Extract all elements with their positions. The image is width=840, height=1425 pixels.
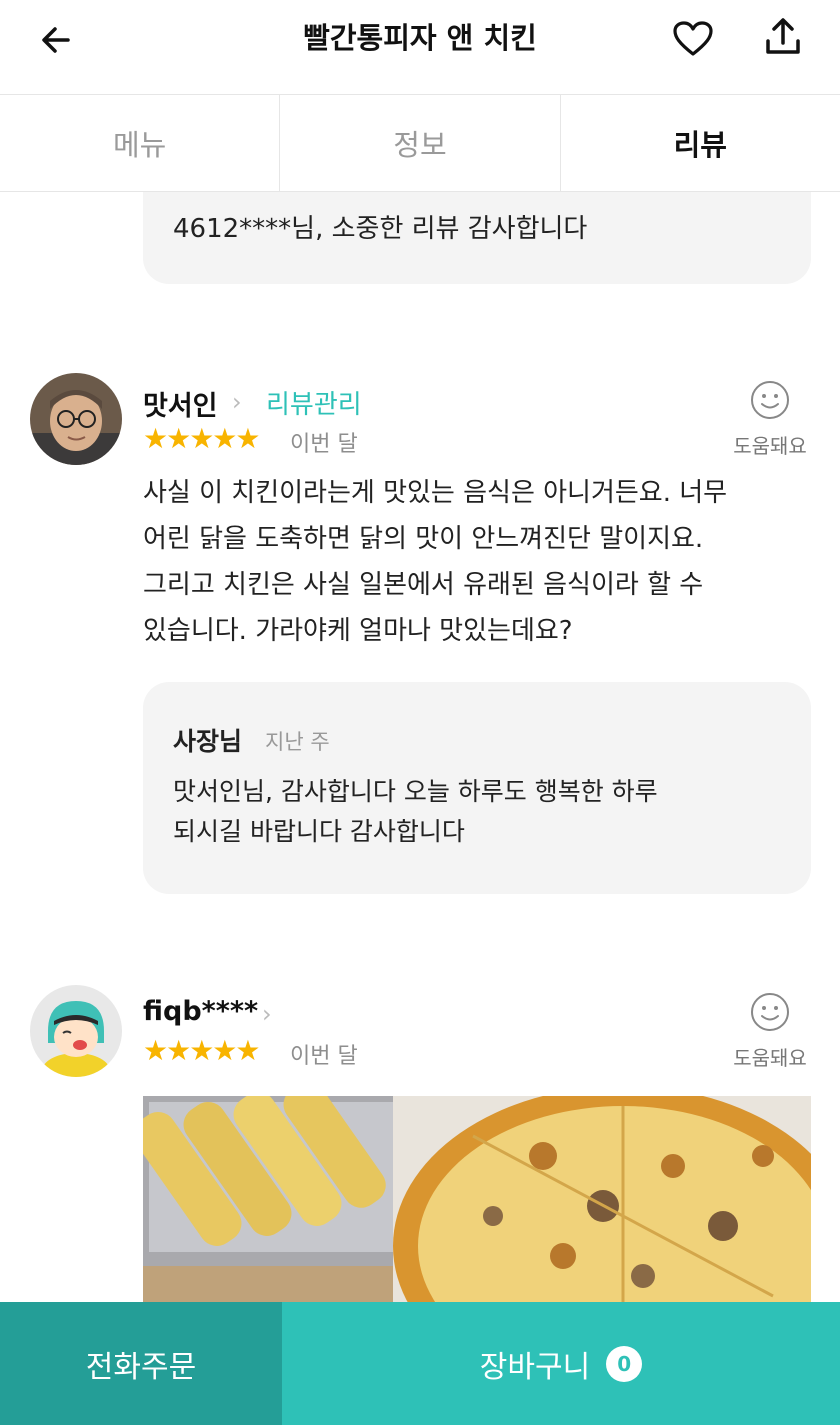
share-button[interactable] [760, 14, 806, 60]
store-tabs: 메뉴 정보 리뷰 [0, 95, 840, 192]
heart-icon [673, 21, 713, 56]
owner-reply-previous: 4612****님, 소중한 리뷰 감사합니다 [143, 192, 811, 284]
review-date: 이번 달 [290, 432, 358, 457]
phone-order-button[interactable]: 전화주문 [0, 1302, 282, 1425]
helpful-label: 도움돼요 [733, 1046, 807, 1070]
owner-reply-line: 되시길 바랍니다 감사합니다 [173, 817, 465, 846]
reviewer-name[interactable]: 맛서인 [143, 384, 218, 423]
review-text-line: 있습니다. 가라야케 얼마나 맛있는데요? [143, 616, 573, 646]
owner-reply-author: 사장님 [173, 727, 243, 756]
tab-menu[interactable]: 메뉴 [0, 95, 279, 191]
helpful-button[interactable]: 도움돼요 [728, 992, 812, 1071]
avatar[interactable] [30, 985, 122, 1077]
reviewer-name[interactable]: fiqb**** [143, 996, 258, 1027]
favorite-button[interactable] [670, 16, 716, 62]
review-text-line: 어린 닭을 도축하면 닭의 맛이 안느껴진단 말이지요. [143, 524, 704, 554]
star-rating: ★★★★★ [143, 422, 261, 455]
smile-icon [751, 993, 789, 1031]
avatar[interactable] [30, 373, 122, 465]
review-date: 이번 달 [290, 1044, 358, 1069]
chevron-right-icon: › [262, 1000, 272, 1028]
top-app-bar: 빨간통피자 앤 치킨 [0, 0, 840, 95]
smile-icon [751, 381, 789, 419]
cart-count-badge: 0 [606, 1345, 643, 1382]
tab-info[interactable]: 정보 [279, 95, 559, 191]
owner-reply-text: 4612****님, 소중한 리뷰 감사합니다 [173, 214, 588, 244]
chevron-right-icon: › [232, 388, 242, 416]
helpful-label: 도움돼요 [733, 434, 807, 458]
owner-reply-line: 맛서인님, 감사합니다 오늘 하루도 행복한 하루 [173, 777, 658, 806]
cart-button[interactable]: 장바구니 0 [282, 1302, 840, 1425]
tab-reviews[interactable]: 리뷰 [559, 95, 840, 191]
helpful-button[interactable]: 도움돼요 [728, 380, 812, 459]
bottom-action-bar: 전화주문 장바구니 0 [0, 1302, 840, 1425]
review-text-line: 사실 이 치킨이라는게 맛있는 음식은 아니거든요. 너무 [143, 478, 728, 508]
owner-reply: 사장님 지난 주 맛서인님, 감사합니다 오늘 하루도 행복한 하루 되시길 바… [143, 682, 811, 894]
review-manage-link[interactable]: 리뷰관리 [266, 384, 362, 421]
review-text-line: 그리고 치킨은 사실 일본에서 유래된 음식이라 할 수 [143, 570, 704, 600]
owner-reply-date: 지난 주 [265, 730, 330, 754]
review-text: 사실 이 치킨이라는게 맛있는 음식은 아니거든요. 너무 어린 닭을 도축하면… [143, 470, 813, 654]
owner-reply-text: 맛서인님, 감사합니다 오늘 하루도 행복한 하루 되시길 바랍니다 감사합니다 [173, 772, 793, 852]
star-rating: ★★★★★ [143, 1034, 261, 1067]
cart-label: 장바구니 [479, 1349, 591, 1385]
share-icon [766, 18, 800, 54]
review-photo[interactable] [143, 1096, 811, 1306]
